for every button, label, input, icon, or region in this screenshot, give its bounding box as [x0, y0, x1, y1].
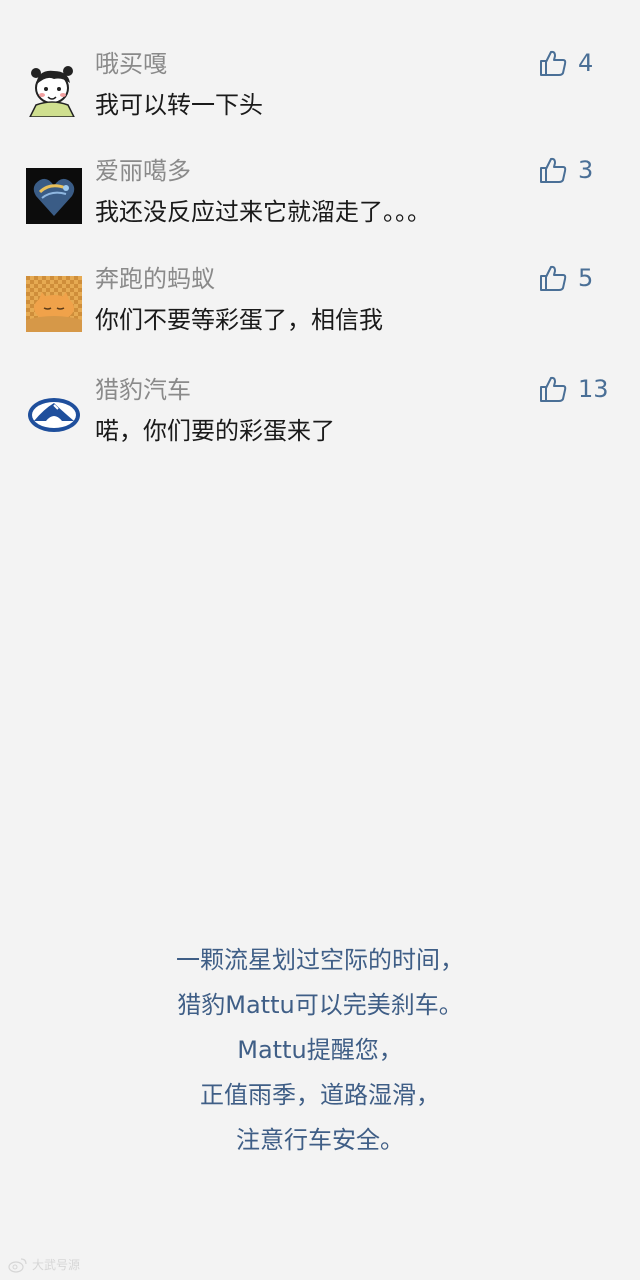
comment-text: 喏，你们要的彩蛋来了	[95, 417, 335, 445]
watermark: 大武号源	[8, 1256, 80, 1273]
comment-username[interactable]: 爱丽噶多	[95, 156, 191, 186]
comment-item: 哦买嘎 我可以转一下头 4	[0, 49, 640, 161]
like-count: 3	[578, 156, 594, 184]
like-button[interactable]: 13	[538, 373, 609, 405]
like-button[interactable]: 5	[538, 262, 593, 294]
thumbs-up-icon	[540, 376, 567, 402]
thumbs-up-icon	[540, 157, 567, 183]
avatar[interactable]	[26, 387, 82, 443]
weibo-icon	[8, 1257, 27, 1273]
watermark-text: 大武号源	[32, 1258, 81, 1272]
thumbs-up-icon	[540, 265, 567, 291]
comment-text: 你们不要等彩蛋了，相信我	[95, 306, 383, 334]
avatar[interactable]	[26, 168, 82, 224]
comment-username[interactable]: 哦买嘎	[95, 49, 167, 79]
like-count: 13	[578, 375, 609, 403]
comment-text: 我还没反应过来它就溜走了。。。	[95, 198, 431, 226]
slogan-line: 注意行车安全。	[236, 1126, 404, 1154]
avatar[interactable]	[26, 276, 82, 332]
like-button[interactable]: 3	[538, 154, 593, 186]
cat-photo-avatar-icon	[26, 276, 82, 332]
like-count: 5	[578, 264, 594, 292]
slogan-line: Mattu提醒您，	[237, 1036, 403, 1064]
slogan-line: 一颗流星划过空际的时间，	[176, 946, 464, 974]
like-count: 4	[578, 49, 594, 77]
comment-text: 我可以转一下头	[95, 91, 263, 119]
heart-photo-avatar-icon	[26, 168, 82, 224]
leopard-logo-avatar-icon	[26, 387, 82, 443]
thumbs-up-icon	[540, 50, 567, 76]
girl-cartoon-avatar-icon	[26, 61, 82, 117]
slogan-line: 猎豹Mattu可以完美刹车。	[177, 991, 463, 1019]
avatar[interactable]	[26, 61, 82, 117]
comment-username[interactable]: 猎豹汽车	[95, 375, 191, 405]
comment-item: 爱丽噶多 我还没反应过来它就溜走了。。。 3	[0, 156, 640, 268]
comment-username[interactable]: 奔跑的蚂蚁	[95, 264, 215, 294]
slogan-line: 正值雨季，道路湿滑，	[200, 1081, 440, 1109]
slogan-block: 一颗流星划过空际的时间， 猎豹Mattu可以完美刹车。 Mattu提醒您， 正值…	[0, 938, 640, 1163]
like-button[interactable]: 4	[538, 47, 593, 79]
comment-item: 奔跑的蚂蚁 你们不要等彩蛋了，相信我 5	[0, 264, 640, 376]
comment-item: 猎豹汽车 喏，你们要的彩蛋来了 13	[0, 375, 640, 487]
